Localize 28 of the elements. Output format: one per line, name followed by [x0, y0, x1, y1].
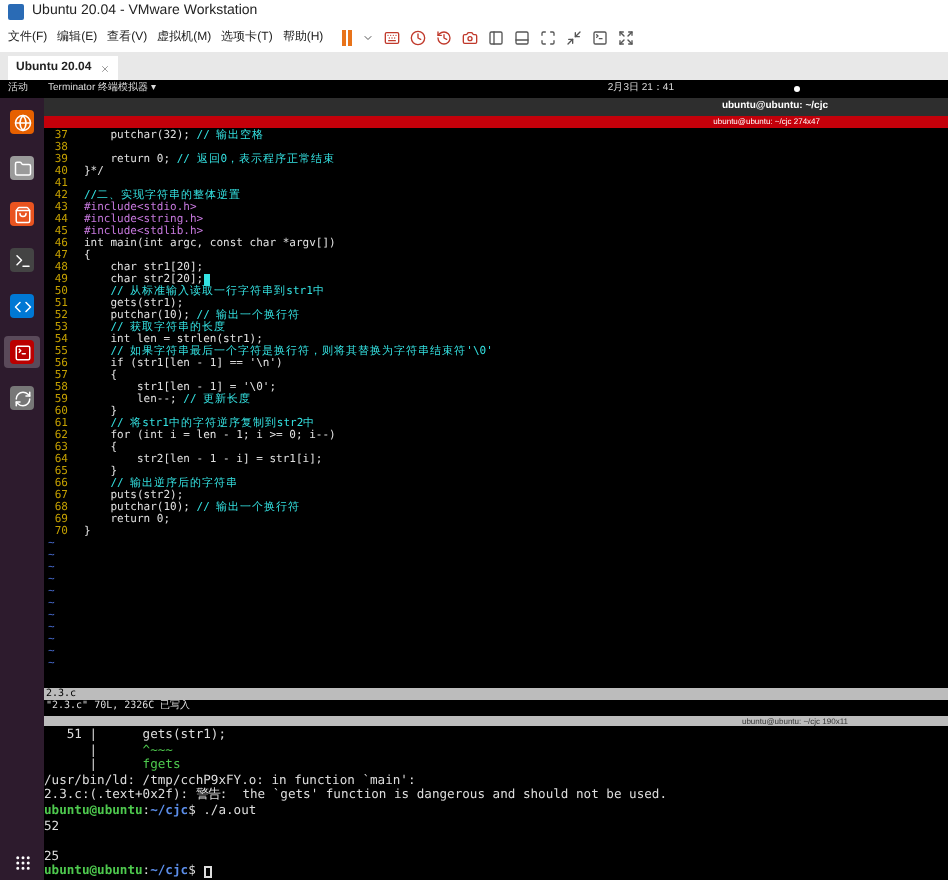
pause-icon[interactable]: [341, 30, 352, 46]
dock-item[interactable]: [4, 198, 40, 230]
bottom-panel-icon[interactable]: [513, 30, 530, 46]
terminal-icon: [13, 251, 31, 269]
power-icon[interactable]: [794, 86, 800, 92]
app-icon: [8, 4, 24, 20]
dock-item[interactable]: [4, 290, 40, 322]
history-icon[interactable]: [435, 30, 452, 46]
dock-item[interactable]: [4, 382, 40, 414]
dock-item[interactable]: [4, 336, 40, 368]
expand-icon[interactable]: [617, 30, 634, 46]
camera-icon[interactable]: [461, 30, 478, 46]
left-panel-icon[interactable]: [487, 30, 504, 46]
dock-item[interactable]: [4, 106, 40, 138]
console-icon[interactable]: [591, 30, 608, 46]
keyboard-icon[interactable]: [383, 30, 400, 46]
browser-icon: [13, 113, 31, 131]
refresh-icon: [13, 389, 31, 407]
store-bag-icon: [13, 205, 31, 223]
code-icon: [13, 297, 31, 315]
terminal-icon: [13, 343, 31, 361]
clock-icon[interactable]: [409, 30, 426, 46]
apps-grid-icon[interactable]: [13, 854, 31, 872]
fullscreen-icon[interactable]: [539, 30, 556, 46]
dock-item[interactable]: [4, 244, 40, 276]
dock-item[interactable]: [4, 152, 40, 184]
shrink-icon[interactable]: [565, 30, 582, 46]
folder-icon: [13, 159, 31, 177]
